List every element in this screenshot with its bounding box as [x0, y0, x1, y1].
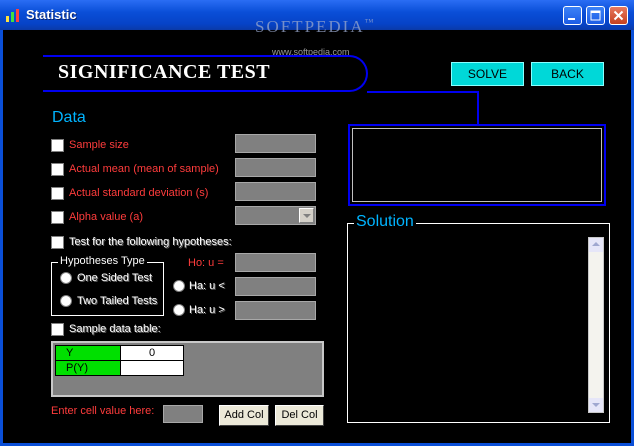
std-dev-label: Actual standard deviation (s) — [69, 187, 209, 199]
maximize-button[interactable] — [586, 6, 605, 25]
data-section-label: Data — [52, 109, 86, 126]
minimize-button[interactable] — [563, 6, 582, 25]
scroll-up-icon[interactable] — [589, 238, 603, 252]
two-tailed-radio[interactable] — [60, 295, 72, 307]
sample-size-label: Sample size — [69, 139, 129, 151]
ha-less-radio[interactable] — [173, 280, 185, 292]
table-row-header-y[interactable]: Y — [55, 345, 121, 361]
scroll-down-icon[interactable] — [589, 398, 603, 412]
solve-button[interactable]: SOLVE — [451, 62, 524, 86]
chevron-down-icon[interactable] — [299, 208, 314, 223]
ha-greater-radio[interactable] — [173, 304, 185, 316]
window-title: Statistic — [26, 7, 77, 22]
test-hypotheses-checkbox[interactable] — [51, 236, 64, 249]
ha-less-input[interactable] — [235, 277, 316, 296]
hypotheses-type-group — [51, 262, 164, 316]
h0-input[interactable] — [235, 253, 316, 272]
actual-mean-label: Actual mean (mean of sample) — [69, 163, 219, 175]
alpha-label: Alpha value (a) — [69, 211, 143, 223]
alpha-checkbox[interactable] — [51, 211, 64, 224]
std-dev-input[interactable] — [235, 182, 316, 201]
hypotheses-type-legend: Hypotheses Type — [58, 255, 147, 267]
sample-size-checkbox[interactable] — [51, 139, 64, 152]
del-col-button[interactable]: Del Col — [275, 405, 324, 426]
solution-scrollbar[interactable] — [588, 237, 604, 413]
ha-greater-input[interactable] — [235, 301, 316, 320]
std-dev-checkbox[interactable] — [51, 187, 64, 200]
table-row-header-py[interactable]: P(Y) — [55, 360, 121, 376]
close-icon — [613, 10, 624, 21]
solution-group — [347, 223, 610, 423]
sample-data-grid[interactable]: Y 0 P(Y) — [51, 341, 324, 397]
alpha-select[interactable] — [235, 206, 316, 225]
two-tailed-label: Two Tailed Tests — [77, 295, 158, 307]
ha-less-label: Ha: u < — [189, 280, 225, 292]
back-button[interactable]: BACK — [531, 62, 604, 86]
maximize-icon — [590, 10, 601, 21]
cell-entry-label: Enter cell value here: — [51, 405, 155, 417]
actual-mean-input[interactable] — [235, 158, 316, 177]
test-hypotheses-label: Test for the following hypotheses: — [69, 236, 232, 248]
result-box — [348, 124, 606, 206]
close-button[interactable] — [609, 6, 628, 25]
table-cell-py[interactable] — [120, 360, 184, 376]
sample-table-label: Sample data table: — [69, 323, 161, 335]
page-title: SIGNIFICANCE TEST — [58, 61, 271, 83]
solution-label: Solution — [354, 213, 416, 231]
one-sided-label: One Sided Test — [77, 272, 153, 284]
ha-greater-label: Ha: u > — [189, 304, 225, 316]
one-sided-radio[interactable] — [60, 272, 72, 284]
watermark: SOFTPEDIA™ — [255, 17, 376, 36]
table-cell-y[interactable]: 0 — [120, 345, 184, 361]
statistic-window: Statistic SOFTPEDIA™ www.softpedia.com S… — [0, 0, 634, 446]
h0-label: Ho: u = — [188, 257, 224, 269]
window-frame-left — [0, 30, 3, 446]
sample-size-input[interactable] — [235, 134, 316, 153]
app-icon — [6, 9, 19, 22]
actual-mean-checkbox[interactable] — [51, 163, 64, 176]
minimize-icon — [568, 18, 575, 20]
add-col-button[interactable]: Add Col — [219, 405, 269, 426]
sample-table-checkbox[interactable] — [51, 323, 64, 336]
cell-value-input[interactable] — [163, 405, 203, 423]
banner-connector — [367, 91, 479, 125]
